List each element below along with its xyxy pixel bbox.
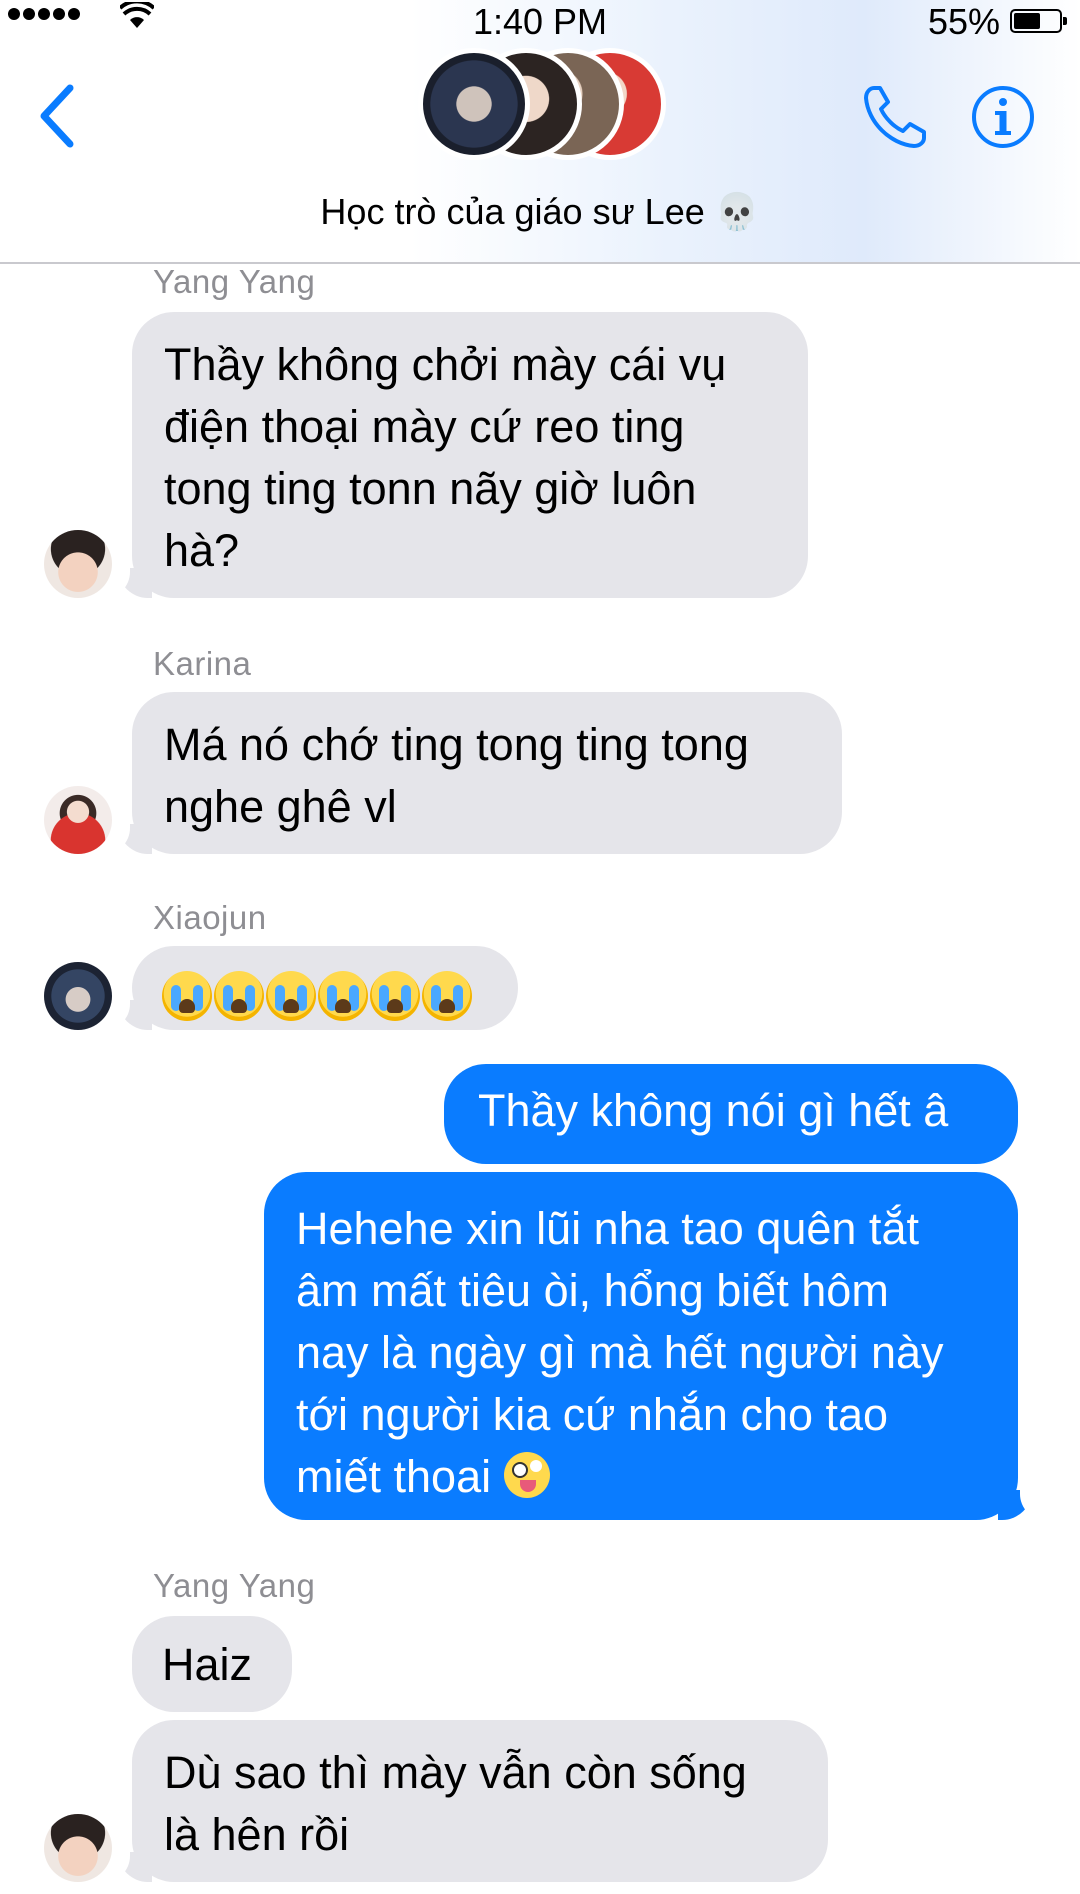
outgoing-message-bubble[interactable]: Hehehe xin lũi nha tao quên tắt âm mất t… xyxy=(264,1172,1018,1520)
messages-screen: 1:40 PM 55% Học trò của giáo sư Lee 💀 Ya… xyxy=(0,0,1080,1894)
crying-emoji-icon xyxy=(162,971,212,1022)
crying-emoji-icon xyxy=(214,971,264,1022)
bubble-tail xyxy=(96,992,152,1030)
incoming-message-bubble[interactable]: Thầy không chởi mày cái vụ điện thoại mà… xyxy=(132,312,808,598)
zany-face-emoji-icon xyxy=(503,1452,550,1498)
message-line-text: miết thoai xyxy=(296,1451,492,1502)
status-time: 1:40 PM xyxy=(472,1,608,42)
message-line: điện thoại mày cứ reo ting xyxy=(164,401,685,452)
incoming-message-bubble[interactable]: Haiz xyxy=(132,1616,292,1712)
message-line: Dù sao thì mày vẫn còn sống xyxy=(164,1747,747,1798)
message-line: tới người kia cứ nhắn cho tao xyxy=(296,1389,889,1440)
conversation-header: 1:40 PM 55% Học trò của giáo sư Lee 💀 xyxy=(0,0,1080,264)
sender-name: Yang Yang xyxy=(153,1567,316,1604)
bubble-tail xyxy=(96,1844,152,1882)
message-line: Haiz xyxy=(162,1639,253,1690)
info-icon xyxy=(972,86,1034,148)
message-line: hà? xyxy=(164,525,240,576)
back-chevron-icon xyxy=(40,84,74,148)
info-button[interactable] xyxy=(970,84,1036,150)
outgoing-message-bubble[interactable]: Thầy không nói gì hết â xyxy=(444,1064,1018,1164)
avatar-xiaojun[interactable] xyxy=(44,962,112,1030)
message-line: là hên rồi xyxy=(164,1809,350,1860)
battery-percentage: 55% xyxy=(927,1,1000,42)
sender-name: Xiaojun xyxy=(153,899,267,936)
group-member-avatar xyxy=(418,48,530,160)
message-line: Thầy không chởi mày cái vụ xyxy=(164,339,727,390)
incoming-message-bubble[interactable]: Má nó chớ ting tong ting tong nghe ghê v… xyxy=(132,692,842,854)
message-line: nay là ngày gì mà hết người này xyxy=(296,1327,944,1378)
skull-emoji: 💀 xyxy=(714,192,760,233)
crying-emoji-icon xyxy=(266,971,316,1022)
incoming-message-bubble[interactable]: Dù sao thì mày vẫn còn sống là hên rồi xyxy=(132,1720,828,1882)
incoming-message-bubble[interactable] xyxy=(132,946,518,1030)
status-bar: 1:40 PM 55% xyxy=(0,0,1080,46)
bubble-tail xyxy=(96,560,152,598)
bubble-tail xyxy=(96,816,152,854)
avatar-yang-yang[interactable] xyxy=(44,1814,112,1882)
bubble-tail xyxy=(998,1482,1054,1520)
conversation-title[interactable]: Học trò của giáo sư Lee 💀 xyxy=(0,188,1080,237)
call-button[interactable] xyxy=(860,82,930,152)
crying-emoji-icon xyxy=(370,971,420,1022)
phone-icon xyxy=(864,86,926,148)
group-avatar-stack[interactable] xyxy=(418,48,668,168)
message-line: âm mất tiêu òi, hổng biết hôm xyxy=(296,1265,889,1316)
message-line: nghe ghê vl xyxy=(164,781,397,832)
message-line: Má nó chớ ting tong ting tong xyxy=(164,719,749,770)
message-line: tong ting tonn nãy giờ luôn xyxy=(164,463,697,514)
crying-emoji-icon xyxy=(318,971,368,1022)
back-button[interactable] xyxy=(30,76,90,156)
crying-emoji-icon xyxy=(422,971,472,1022)
conversation-title-text: Học trò của giáo sư Lee xyxy=(320,191,705,232)
message-line: Hehehe xin lũi nha tao quên tắt xyxy=(296,1203,919,1254)
message-line: Thầy không nói gì hết â xyxy=(478,1085,949,1136)
avatar-karina[interactable] xyxy=(44,786,112,854)
avatar-yang-yang[interactable] xyxy=(44,530,112,598)
message-line: miết thoai xyxy=(296,1446,986,1508)
sender-name: Karina xyxy=(153,645,252,682)
battery-icon xyxy=(1010,9,1067,33)
sender-name: Yang Yang xyxy=(153,263,316,300)
